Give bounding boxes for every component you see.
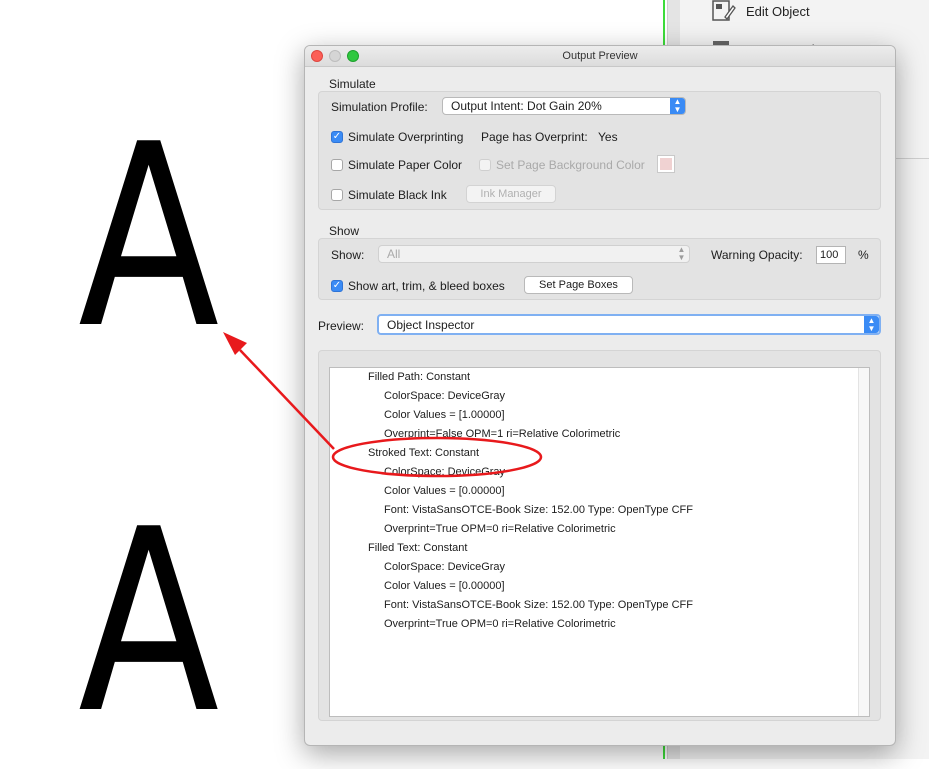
inspector-line: Overprint=True OPM=0 ri=Relative Colorim…	[384, 618, 616, 630]
simulate-paper-color-checkbox[interactable]	[331, 159, 343, 171]
output-preview-window: Output Preview Simulate Simulation Profi…	[304, 45, 896, 746]
inspector-line: ColorSpace: DeviceGray	[384, 466, 506, 478]
page-overprint-label: Page has Overprint:	[481, 130, 588, 144]
inspector-line: Filled Path: Constant	[368, 371, 471, 383]
show-boxes-row[interactable]: ✓ Show art, trim, & bleed boxes	[331, 279, 505, 293]
document-letter-a-bottom: A	[78, 476, 220, 769]
page-background-color-row[interactable]: Set Page Background Color	[479, 158, 645, 172]
inspector-line: Color Values = [0.00000]	[384, 580, 505, 592]
show-label: Show:	[331, 248, 365, 262]
inspector-scrollbar[interactable]	[858, 368, 869, 716]
inspector-line: ColorSpace: DeviceGray	[384, 390, 506, 402]
show-section-label: Show	[329, 224, 360, 238]
show-popup[interactable]: All ▲ ▼	[378, 245, 690, 263]
simulate-black-ink-row[interactable]: Simulate Black Ink	[331, 188, 447, 202]
inspector-group: Filled Path: Constant ColorSpace: Device…	[318, 350, 881, 721]
simulate-paper-color-row[interactable]: Simulate Paper Color	[331, 158, 462, 172]
annotation-arrow-head	[223, 332, 247, 355]
percent-label: %	[858, 248, 869, 262]
edit-object-tool[interactable]: Edit Object	[712, 0, 810, 22]
simulation-profile-value: Output Intent: Dot Gain 20%	[451, 99, 602, 113]
popup-chevron-icon: ▲ ▼	[670, 98, 685, 114]
edit-object-icon	[712, 0, 736, 21]
object-inspector-list[interactable]: Filled Path: Constant ColorSpace: Device…	[329, 367, 870, 717]
show-boxes-checkbox[interactable]: ✓	[331, 280, 343, 292]
inspector-line: Font: VistaSansOTCE-Book Size: 152.00 Ty…	[384, 599, 693, 611]
window-title: Output Preview	[562, 50, 638, 62]
page-overprint-value: Yes	[598, 130, 618, 144]
inspector-line: Overprint=True OPM=0 ri=Relative Colorim…	[384, 523, 616, 535]
simulate-black-ink-label: Simulate Black Ink	[348, 188, 447, 202]
simulate-paper-color-label: Simulate Paper Color	[348, 158, 463, 172]
preview-popup[interactable]: Object Inspector ▲ ▼	[377, 314, 881, 335]
panel-divider	[895, 158, 929, 159]
inspector-line: Overprint=False OPM=1 ri=Relative Colori…	[384, 428, 621, 440]
simulate-overprinting-label: Simulate Overprinting	[348, 130, 464, 144]
preview-label: Preview:	[318, 319, 365, 333]
document-letter-a-top: A	[78, 91, 220, 384]
page-background-color-checkbox[interactable]	[479, 159, 491, 171]
simulation-profile-label: Simulation Profile:	[331, 100, 428, 114]
edit-object-label: Edit Object	[746, 3, 810, 19]
inspector-line: Color Values = [1.00000]	[384, 409, 505, 421]
inspector-line-stroked-text: Stroked Text: Constant	[368, 447, 480, 459]
simulate-overprinting-row[interactable]: ✓ Simulate Overprinting	[331, 130, 463, 144]
page-background-swatch[interactable]	[657, 155, 675, 173]
simulate-section-label: Simulate	[329, 77, 376, 91]
simulation-profile-popup[interactable]: Output Intent: Dot Gain 20% ▲ ▼	[442, 97, 686, 115]
inspector-line: ColorSpace: DeviceGray	[384, 561, 506, 573]
simulate-overprinting-checkbox[interactable]: ✓	[331, 131, 343, 143]
page-background-color-label: Set Page Background Color	[496, 158, 645, 172]
ink-manager-button[interactable]: Ink Manager	[466, 185, 556, 203]
inspector-line: Color Values = [0.00000]	[384, 485, 505, 497]
window-titlebar[interactable]: Output Preview	[305, 46, 895, 67]
simulate-black-ink-checkbox[interactable]	[331, 189, 343, 201]
set-page-boxes-button[interactable]: Set Page Boxes	[524, 276, 633, 294]
warning-opacity-label: Warning Opacity:	[711, 248, 803, 262]
popup-chevron-icon: ▲ ▼	[677, 245, 686, 262]
inspector-line: Font: VistaSansOTCE-Book Size: 152.00 Ty…	[384, 504, 693, 516]
popup-chevron-icon: ▲ ▼	[864, 316, 879, 333]
preview-value: Object Inspector	[387, 317, 475, 332]
inspector-line: Filled Text: Constant	[368, 542, 468, 554]
show-boxes-label: Show art, trim, & bleed boxes	[348, 279, 505, 293]
show-value: All	[387, 247, 401, 261]
warning-opacity-field[interactable]: 100	[816, 246, 846, 264]
